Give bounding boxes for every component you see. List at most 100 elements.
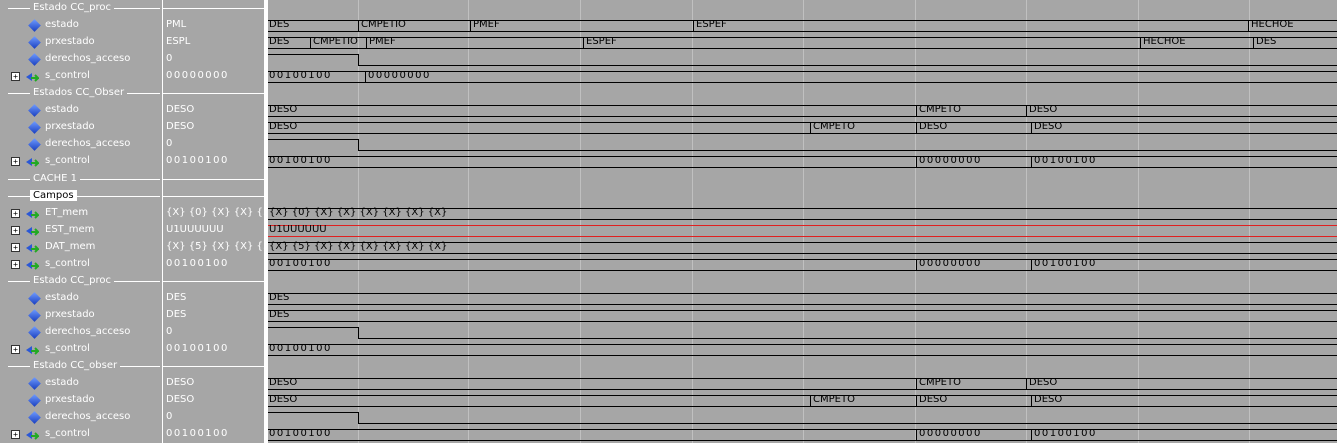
signal-row[interactable]: + s_control <box>0 341 162 358</box>
signal-icon <box>28 292 41 305</box>
bit-low <box>358 338 1337 339</box>
signal-icon <box>28 377 41 390</box>
group-label: Estado CC_proc <box>30 2 115 13</box>
grid-line <box>1138 0 1139 443</box>
signal-row[interactable]: + s_control <box>0 68 162 85</box>
signal-value: 00100100 <box>166 428 229 439</box>
signal-row[interactable]: derechos_acceso <box>0 324 162 341</box>
expand-icon[interactable]: + <box>11 157 20 166</box>
wave-value-label: 00000000 <box>919 428 982 439</box>
expand-icon[interactable]: + <box>11 430 20 439</box>
wave-value-label: 00100100 <box>269 155 332 166</box>
group-divider <box>163 8 264 9</box>
waveform-pane[interactable]: DES CMPETIO PMEF ESPEF HECHOE DES CMPETIO PMEF E… <box>268 0 1337 443</box>
wave-value-label: 00100100 <box>269 258 332 269</box>
wave-trace-bottom <box>268 321 1337 322</box>
wave-value-label: DESO <box>1029 377 1058 388</box>
bus-signal-icon <box>25 158 41 167</box>
bit-low <box>358 150 1337 151</box>
signal-value: 0 <box>166 138 173 149</box>
expand-icon[interactable]: + <box>11 209 20 218</box>
wave-value-label: ESPEF <box>696 19 727 30</box>
signal-row[interactable]: + DAT_mem <box>0 239 162 256</box>
signal-row[interactable]: derechos_acceso <box>0 409 162 426</box>
signal-name: prxestado <box>45 309 95 320</box>
grid-line <box>1026 0 1027 443</box>
group-label: Estado CC_obser <box>30 360 121 371</box>
transition-mark <box>1248 20 1249 31</box>
signal-row[interactable]: + s_control <box>0 153 162 170</box>
signal-row[interactable]: derechos_acceso <box>0 136 162 153</box>
signal-icon <box>28 121 41 134</box>
signal-row[interactable]: derechos_acceso <box>0 51 162 68</box>
bit-edge <box>358 54 359 65</box>
wave-value-label: 00100100 <box>1034 155 1097 166</box>
signal-group[interactable]: CACHE 1 <box>0 171 162 188</box>
signal-value: 00100100 <box>166 258 229 269</box>
signal-value: DESO <box>166 121 195 132</box>
wave-trace-top <box>268 225 1337 226</box>
signal-group[interactable]: Estado CC_proc <box>0 0 162 17</box>
signal-group[interactable]: Campos <box>0 188 162 205</box>
expand-icon[interactable]: + <box>11 243 20 252</box>
signal-group[interactable]: Estado CC_proc <box>0 273 162 290</box>
value-cell: DESO <box>163 375 264 392</box>
signal-group[interactable]: Estado CC_obser <box>0 358 162 375</box>
bit-high <box>268 139 358 140</box>
signal-row[interactable]: + s_control <box>0 426 162 443</box>
wave-value-label: U1UUUUUU <box>269 224 327 235</box>
transition-mark <box>1031 259 1032 270</box>
signal-value: {X} {0} {X} {X} {... <box>166 207 273 218</box>
signal-row[interactable]: + s_control <box>0 256 162 273</box>
transition-mark <box>1140 37 1141 48</box>
wave-trace-top <box>268 259 1337 260</box>
signal-value: DESO <box>166 377 195 388</box>
wave-value-label: HECHOE <box>1143 36 1186 47</box>
bus-signal-icon <box>25 431 41 440</box>
signal-value: 0 <box>166 53 173 64</box>
signal-value: 00100100 <box>166 343 229 354</box>
signal-row[interactable]: estado <box>0 17 162 34</box>
value-cell: DES <box>163 307 264 324</box>
group-label: Estados CC_Obser <box>30 87 128 98</box>
signal-row[interactable]: prxestado <box>0 34 162 51</box>
transition-mark <box>470 20 471 31</box>
expand-icon[interactable]: + <box>11 345 20 354</box>
transition-mark <box>366 37 367 48</box>
wave-trace-bottom <box>268 406 1337 407</box>
signal-group[interactable]: Estados CC_Obser <box>0 85 162 102</box>
wave-trace-bottom <box>268 253 1337 254</box>
wave-value-label: DESO <box>1034 394 1063 405</box>
signal-row[interactable]: estado <box>0 102 162 119</box>
grid-line <box>915 0 916 443</box>
signal-row[interactable]: estado <box>0 375 162 392</box>
value-cell <box>163 273 264 290</box>
signal-value: DES <box>166 309 187 320</box>
wave-value-label: DESO <box>919 394 948 405</box>
signal-row[interactable]: + ET_mem <box>0 205 162 222</box>
wave-value-label: DES <box>269 19 290 30</box>
signal-name: s_control <box>45 155 90 166</box>
signal-row[interactable]: + EST_mem <box>0 222 162 239</box>
expand-icon[interactable]: + <box>11 226 20 235</box>
signal-name: s_control <box>45 343 90 354</box>
group-label: CACHE 1 <box>30 173 81 184</box>
wave-value-label: DESO <box>1029 104 1058 115</box>
wave-value-label: 00100100 <box>269 70 332 81</box>
transition-mark <box>916 259 917 270</box>
grid-line <box>358 0 359 443</box>
signal-row[interactable]: estado <box>0 290 162 307</box>
wave-trace-bottom <box>268 116 1337 117</box>
expand-icon[interactable]: + <box>11 260 20 269</box>
signal-name: prxestado <box>45 121 95 132</box>
expand-icon[interactable]: + <box>11 72 20 81</box>
wave-value-label: 00000000 <box>368 70 431 81</box>
transition-mark <box>916 122 917 133</box>
signal-row[interactable]: prxestado <box>0 307 162 324</box>
signal-values-pane: PML ESPL 0 00000000 DESO DESO 0 00100100 {X} {0}… <box>163 0 272 443</box>
wave-trace-bottom <box>268 355 1337 356</box>
value-cell: 00100100 <box>163 256 264 273</box>
signal-row[interactable]: prxestado <box>0 392 162 409</box>
wave-value-label: CMPETIO <box>313 36 358 47</box>
signal-row[interactable]: prxestado <box>0 119 162 136</box>
